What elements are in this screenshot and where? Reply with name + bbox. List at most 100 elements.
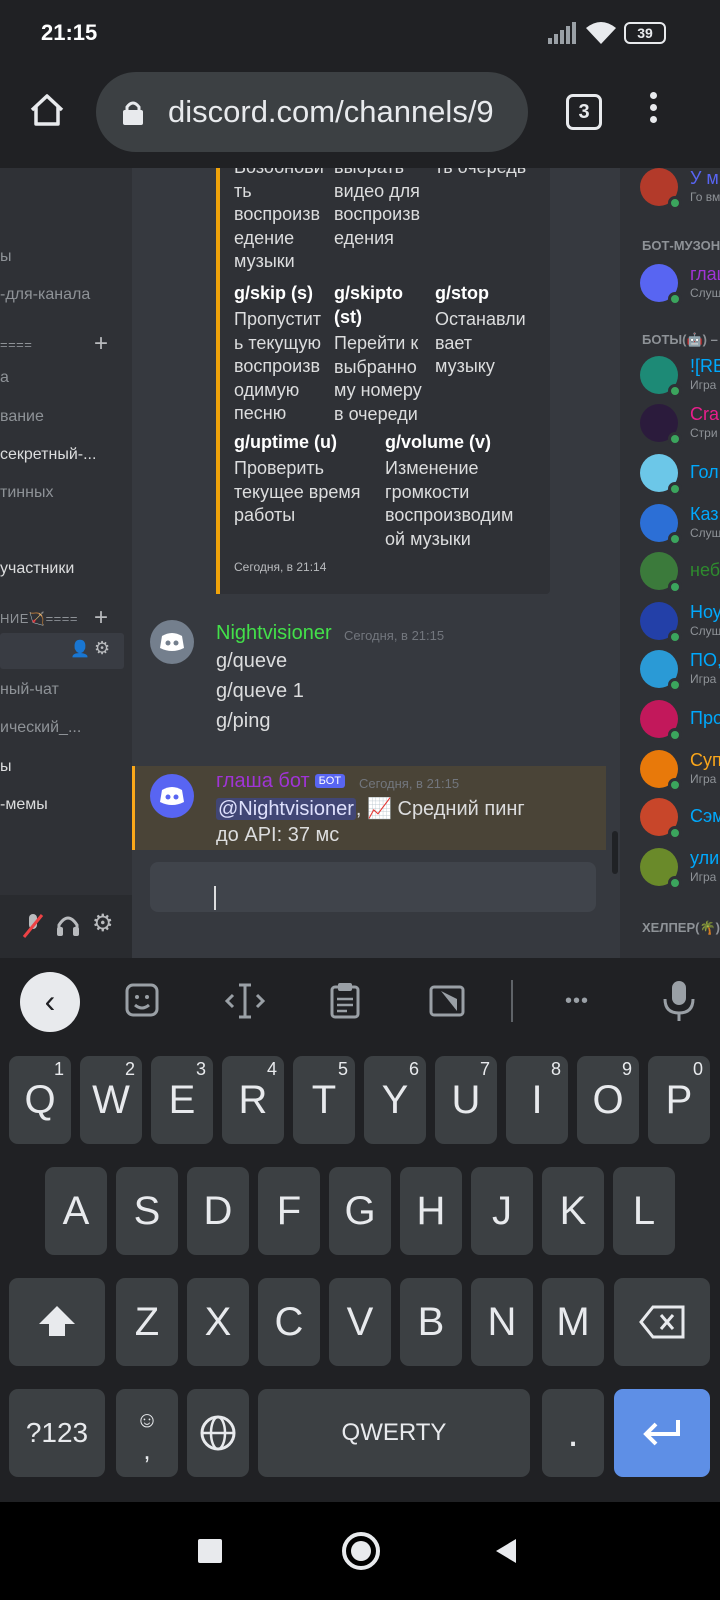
gear-icon[interactable]: ⚙ [94, 638, 110, 659]
key-o[interactable]: O9 [577, 1056, 639, 1144]
key-w[interactable]: W2 [80, 1056, 142, 1144]
channel-item[interactable]: ный-чат [0, 681, 59, 699]
key-u[interactable]: U7 [435, 1056, 497, 1144]
key-v[interactable]: V [329, 1278, 391, 1366]
channel-category[interactable]: НИЕ🏹==== [0, 611, 78, 627]
member-activity: Слуш [690, 286, 720, 300]
clipboard-icon[interactable] [320, 976, 370, 1026]
back-icon[interactable] [494, 1537, 518, 1565]
channel-item[interactable]: -для-канала [0, 286, 90, 304]
member-item[interactable]: глаш Слуш [640, 264, 720, 308]
key-g[interactable]: G [329, 1167, 391, 1255]
avatar[interactable] [150, 774, 194, 818]
shift-key[interactable] [9, 1278, 105, 1366]
member-item[interactable]: У м Го вм [640, 168, 720, 212]
key-x[interactable]: X [187, 1278, 249, 1366]
key-hint: 5 [337, 1059, 348, 1079]
member-item[interactable]: ули Игра [640, 848, 720, 892]
discord-logo-icon [160, 787, 184, 805]
tab-switcher-button[interactable]: 3 [566, 94, 602, 130]
browser-menu-icon[interactable] [650, 92, 658, 128]
key-d[interactable]: D [187, 1167, 249, 1255]
user-mention[interactable]: @Nightvisioner [216, 798, 356, 820]
message-text: @Nightvisioner, 📈 Средний пинг [216, 796, 525, 821]
home-nav-icon[interactable] [342, 1532, 380, 1570]
channel-item[interactable]: секретный-... [0, 446, 96, 464]
key-b[interactable]: B [400, 1278, 462, 1366]
more-options-icon[interactable]: ••• [552, 976, 602, 1026]
member-item[interactable]: неб [640, 552, 720, 596]
member-item[interactable]: Суп Игра [640, 750, 720, 794]
key-s[interactable]: S [116, 1167, 178, 1255]
user-settings-icon[interactable]: ⚙ [92, 909, 114, 938]
period-key[interactable]: . [542, 1389, 604, 1477]
selected-channel[interactable]: 👤 ⚙ [0, 633, 124, 669]
sticker-icon[interactable] [118, 976, 168, 1026]
key-f[interactable]: F [258, 1167, 320, 1255]
member-item[interactable]: ПО, Игра [640, 650, 720, 694]
url-bar[interactable]: discord.com/channels/9 [96, 72, 528, 152]
channel-item[interactable]: а [0, 369, 9, 387]
add-channel-icon[interactable]: + [94, 604, 108, 632]
recents-icon[interactable] [198, 1539, 222, 1563]
key-l[interactable]: L [613, 1167, 675, 1255]
key-m[interactable]: M [542, 1278, 604, 1366]
enter-key[interactable] [614, 1389, 710, 1477]
chevron-left-icon[interactable]: ‹ [20, 972, 80, 1032]
space-key[interactable]: QWERTY [258, 1389, 530, 1477]
key-t[interactable]: T5 [293, 1056, 355, 1144]
language-key[interactable] [187, 1389, 249, 1477]
key-z[interactable]: Z [116, 1278, 178, 1366]
key-p[interactable]: P0 [648, 1056, 710, 1144]
channel-item[interactable]: вание [0, 408, 44, 426]
key-q[interactable]: Q1 [9, 1056, 71, 1144]
cursor-control-icon[interactable] [220, 976, 270, 1026]
key-e[interactable]: E3 [151, 1056, 213, 1144]
member-item[interactable]: Cra Стри [640, 404, 720, 448]
symbols-key[interactable]: ?123 [9, 1389, 105, 1477]
one-handed-mode-icon[interactable] [422, 976, 472, 1026]
invite-icon[interactable]: 👤 [70, 639, 90, 659]
message-input[interactable] [150, 862, 596, 912]
message-author[interactable]: глаша бот БОТ [216, 770, 346, 793]
headphones-icon[interactable] [56, 913, 80, 937]
mute-mic-icon[interactable] [22, 913, 44, 939]
key-a[interactable]: A [45, 1167, 107, 1255]
key-c[interactable]: C [258, 1278, 320, 1366]
key-hint: 8 [550, 1059, 561, 1079]
channel-item[interactable]: тинных [0, 484, 53, 502]
status-bar: 21:15 39 [0, 0, 720, 68]
backspace-key[interactable] [614, 1278, 710, 1366]
bot-name[interactable]: глаша бот [216, 770, 310, 792]
member-item[interactable]: ![RE Игра [640, 356, 720, 400]
key-y[interactable]: Y6 [364, 1056, 426, 1144]
channel-item[interactable]: -мемы [0, 796, 48, 814]
channel-category[interactable]: ==== [0, 337, 32, 352]
key-n[interactable]: N [471, 1278, 533, 1366]
key-k[interactable]: K [542, 1167, 604, 1255]
channel-item[interactable]: участники [0, 560, 74, 578]
member-item[interactable]: Каз Слуш [640, 504, 720, 548]
channel-item[interactable]: ы [0, 758, 12, 776]
member-item[interactable]: Ноу Слуш [640, 602, 720, 646]
command-desc: Перейти к выбранно му номеру в очереди [334, 333, 422, 424]
key-h[interactable]: H [400, 1167, 462, 1255]
message-author[interactable]: Nightvisioner [216, 622, 332, 645]
home-icon[interactable] [28, 92, 66, 128]
member-item[interactable]: Гол [640, 454, 720, 498]
avatar[interactable] [150, 620, 194, 664]
online-status-dot [668, 876, 682, 890]
key-hint: 2 [124, 1059, 135, 1079]
add-channel-icon[interactable]: + [94, 330, 108, 358]
channel-item[interactable]: ы [0, 248, 12, 266]
channel-item[interactable]: ический_... [0, 719, 81, 737]
microphone-icon[interactable] [654, 976, 704, 1026]
chat-scrollbar[interactable] [612, 831, 618, 874]
member-name: Гол [690, 462, 719, 482]
emoji-comma-key[interactable]: ☺ , [116, 1389, 178, 1477]
member-item[interactable]: Сэм [640, 798, 720, 842]
member-item[interactable]: Про [640, 700, 720, 744]
key-r[interactable]: R4 [222, 1056, 284, 1144]
key-j[interactable]: J [471, 1167, 533, 1255]
key-i[interactable]: I8 [506, 1056, 568, 1144]
